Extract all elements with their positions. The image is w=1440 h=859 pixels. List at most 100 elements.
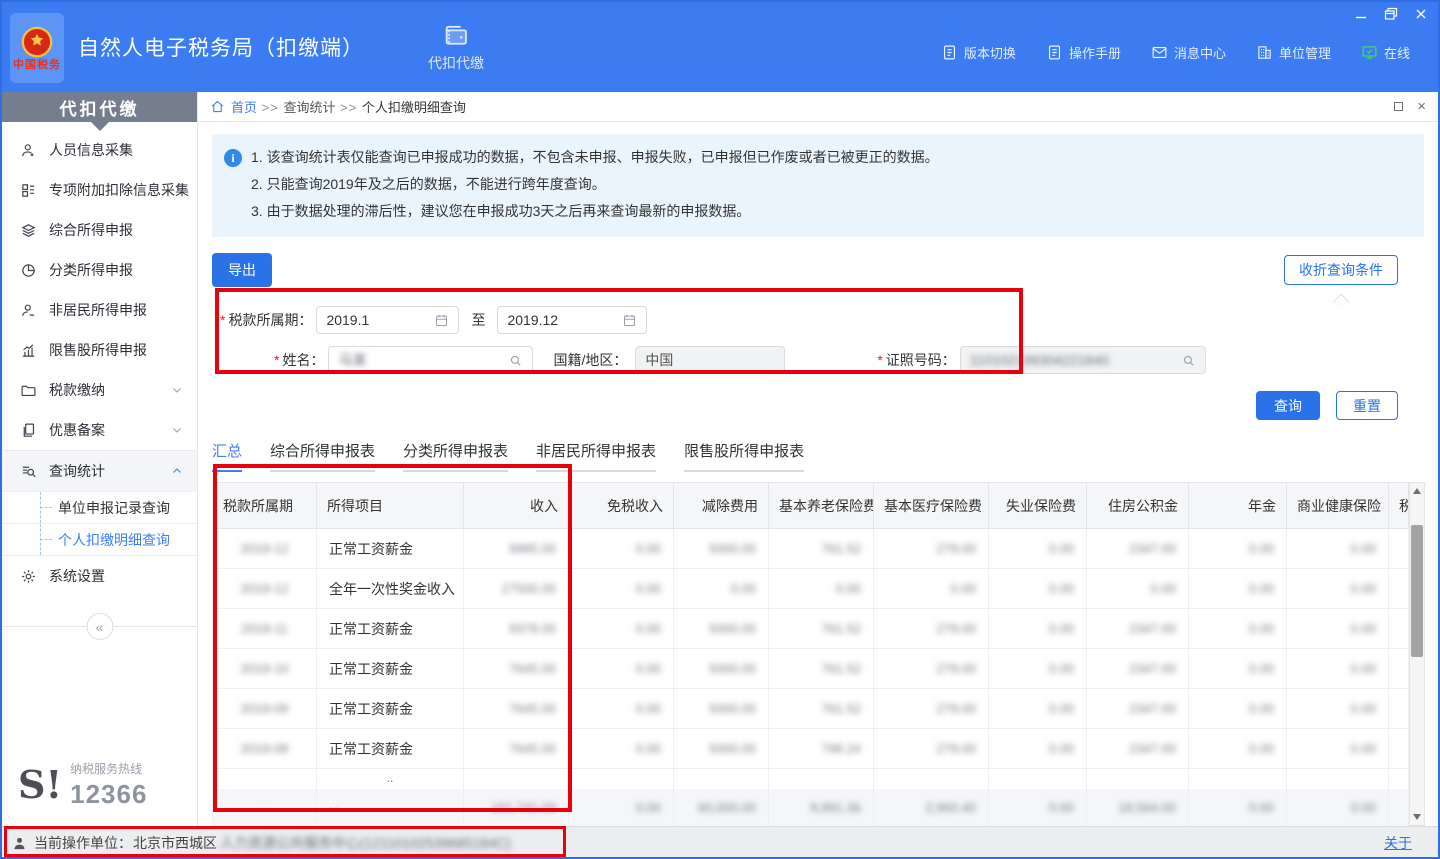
tab-非居民所得申报表[interactable]: 非居民所得申报表 — [536, 440, 656, 472]
sidebar-item-label: 优惠备案 — [49, 420, 105, 440]
name-input[interactable]: 马某 — [328, 346, 533, 374]
sidebar-item-人员信息采集[interactable]: 人员信息采集 — [2, 130, 197, 170]
id-number-value: 110102199304221840 — [970, 352, 1181, 368]
cell — [1389, 689, 1409, 729]
cell: 0.00 — [1287, 529, 1389, 569]
calendar-icon[interactable] — [434, 313, 449, 328]
cell — [1389, 649, 1409, 689]
menu-item-2[interactable]: 消息中心 — [1151, 43, 1226, 62]
scroll-up-arrow[interactable] — [1410, 483, 1424, 498]
restore-icon[interactable] — [1384, 7, 1398, 21]
module-tab-daikou[interactable]: 代扣代缴 — [428, 21, 484, 73]
cell — [1087, 769, 1189, 789]
range-to-label: 至 — [471, 310, 485, 330]
sidebar-item-专项附加扣除信息采集[interactable]: 专项附加扣除信息采集 — [2, 170, 197, 210]
cell: 2347.00 — [1087, 729, 1189, 769]
user-icon — [12, 836, 27, 851]
cell: 0.00 — [1287, 569, 1389, 609]
chevron-up-icon — [171, 465, 183, 477]
pie-icon — [20, 262, 37, 279]
collapse-query-button[interactable]: 收折查询条件 — [1284, 255, 1398, 285]
tab-综合所得申报表[interactable]: 综合所得申报表 — [270, 440, 375, 472]
cell — [1389, 729, 1409, 769]
cell: 2,960.40 — [874, 789, 989, 827]
calendar-icon[interactable] — [622, 313, 637, 328]
nav-group-7: 优惠备案 — [2, 410, 197, 450]
scroll-down-arrow[interactable] — [1410, 810, 1424, 825]
chevron-down-icon — [171, 384, 183, 396]
sidebar-item-label: 查询统计 — [49, 461, 105, 481]
sidebar-item-分类所得申报[interactable]: 分类所得申报 — [2, 250, 197, 290]
id-number-input[interactable]: 110102199304221840 — [960, 346, 1206, 374]
menu-item-4[interactable]: 在线 — [1361, 43, 1410, 62]
hotline-label: 纳税服务热线 — [70, 760, 147, 777]
cell: 8,991.36 — [769, 789, 874, 827]
tab-分类所得申报表[interactable]: 分类所得申报表 — [403, 440, 508, 472]
cell — [769, 769, 874, 789]
close-icon[interactable] — [1414, 7, 1428, 21]
cell: -- — [213, 789, 317, 827]
sidebar-collapse-button[interactable]: « — [86, 613, 113, 640]
header-menu: 版本切换 操作手册 消息中心 单位管理 在线 — [941, 43, 1438, 62]
nationality-input: 中国 — [635, 346, 785, 374]
sidebar-item-系统设置[interactable]: 系统设置 — [2, 556, 197, 596]
cell: 18,564.00 — [1087, 789, 1189, 827]
tab-汇总[interactable]: 汇总 — [212, 440, 242, 472]
tab-限售股所得申报表[interactable]: 限售股所得申报表 — [684, 440, 804, 472]
sidebar-subitem-个人扣缴明细查询[interactable]: 个人扣缴明细查询 — [2, 523, 197, 555]
menu-item-0[interactable]: 版本切换 — [941, 43, 1016, 62]
cell: 9985.00 — [464, 529, 569, 569]
logo-caption: 中国税务 — [13, 59, 61, 71]
reset-button[interactable]: 重置 — [1336, 391, 1398, 420]
minimize-icon[interactable] — [1354, 7, 1368, 21]
menu-item-label: 操作手册 — [1069, 43, 1121, 62]
breadcrumb-item-1[interactable]: 查询统计 — [283, 100, 335, 115]
folder-icon — [20, 382, 37, 399]
sidebar-item-label: 综合所得申报 — [49, 220, 133, 240]
vertical-scroll-thumb[interactable] — [1411, 525, 1423, 657]
menu-item-1[interactable]: 操作手册 — [1046, 43, 1121, 62]
sidebar-item-综合所得申报[interactable]: 综合所得申报 — [2, 210, 197, 250]
column-header-基本养老保险费: 基本养老保险费 — [769, 483, 874, 529]
column-header-免税收入: 免税收入 — [569, 483, 674, 529]
search-icon[interactable] — [1181, 353, 1196, 368]
period-from-input[interactable]: 2019.1 — [316, 306, 459, 334]
sidebar-item-label: 非居民所得申报 — [49, 300, 147, 320]
sidebar-item-优惠备案[interactable]: 优惠备案 — [2, 410, 197, 450]
menu-item-3[interactable]: 单位管理 — [1256, 43, 1331, 62]
pane-close-icon[interactable]: × — [1417, 102, 1426, 112]
sidebar-subitem-单位申报记录查询[interactable]: 单位申报记录查询 — [2, 491, 197, 523]
cell: 7645.00 — [464, 729, 569, 769]
sidebar-header: 代扣代缴 — [2, 92, 197, 122]
sidebar-item-税款缴纳[interactable]: 税款缴纳 — [2, 370, 197, 410]
cell: 0.00 — [989, 649, 1087, 689]
query-button[interactable]: 查询 — [1256, 391, 1320, 420]
export-button[interactable]: 导出 — [212, 253, 272, 287]
cell: 0.00 — [1287, 609, 1389, 649]
sidebar-item-非居民所得申报[interactable]: 非居民所得申报 — [2, 290, 197, 330]
cell: 7645.00 — [464, 649, 569, 689]
column-header-收入: 收入 — [464, 483, 569, 529]
cell: 正常工资薪金 — [317, 529, 464, 569]
cell: 279.00 — [874, 609, 989, 649]
sidebar-subitem-label: 个人扣缴明细查询 — [58, 530, 170, 550]
column-header-减除费用: 减除费用 — [674, 483, 769, 529]
sidebar-item-限售股所得申报[interactable]: 限售股所得申报 — [2, 330, 197, 370]
cell: 0.00 — [569, 689, 674, 729]
current-unit-blurred: 人力资源公共服务中心(12110102539685184C) — [220, 833, 511, 853]
vertical-scrollbar[interactable] — [1409, 482, 1425, 826]
name-label: 姓名： — [282, 352, 324, 368]
cell: 0.00 — [569, 729, 674, 769]
search-icon[interactable] — [508, 353, 523, 368]
period-to-input[interactable]: 2019.12 — [497, 306, 647, 334]
cell — [1389, 609, 1409, 649]
breadcrumb-item-0[interactable]: 首页 — [231, 100, 257, 115]
cell: 正常工资薪金 — [317, 729, 464, 769]
cell: 0.00 — [1189, 649, 1287, 689]
sidebar-item-查询统计[interactable]: 查询统计 — [2, 451, 197, 491]
wallet-icon — [442, 21, 470, 49]
notice-line-3: 3. 由于数据处理的滞后性，建议您在申报成功3天之后再来查询最新的申报数据。 — [251, 198, 939, 225]
gear-icon — [20, 568, 37, 585]
about-link[interactable]: 关于 — [1384, 833, 1428, 853]
pane-maximize-icon[interactable] — [1394, 102, 1403, 111]
